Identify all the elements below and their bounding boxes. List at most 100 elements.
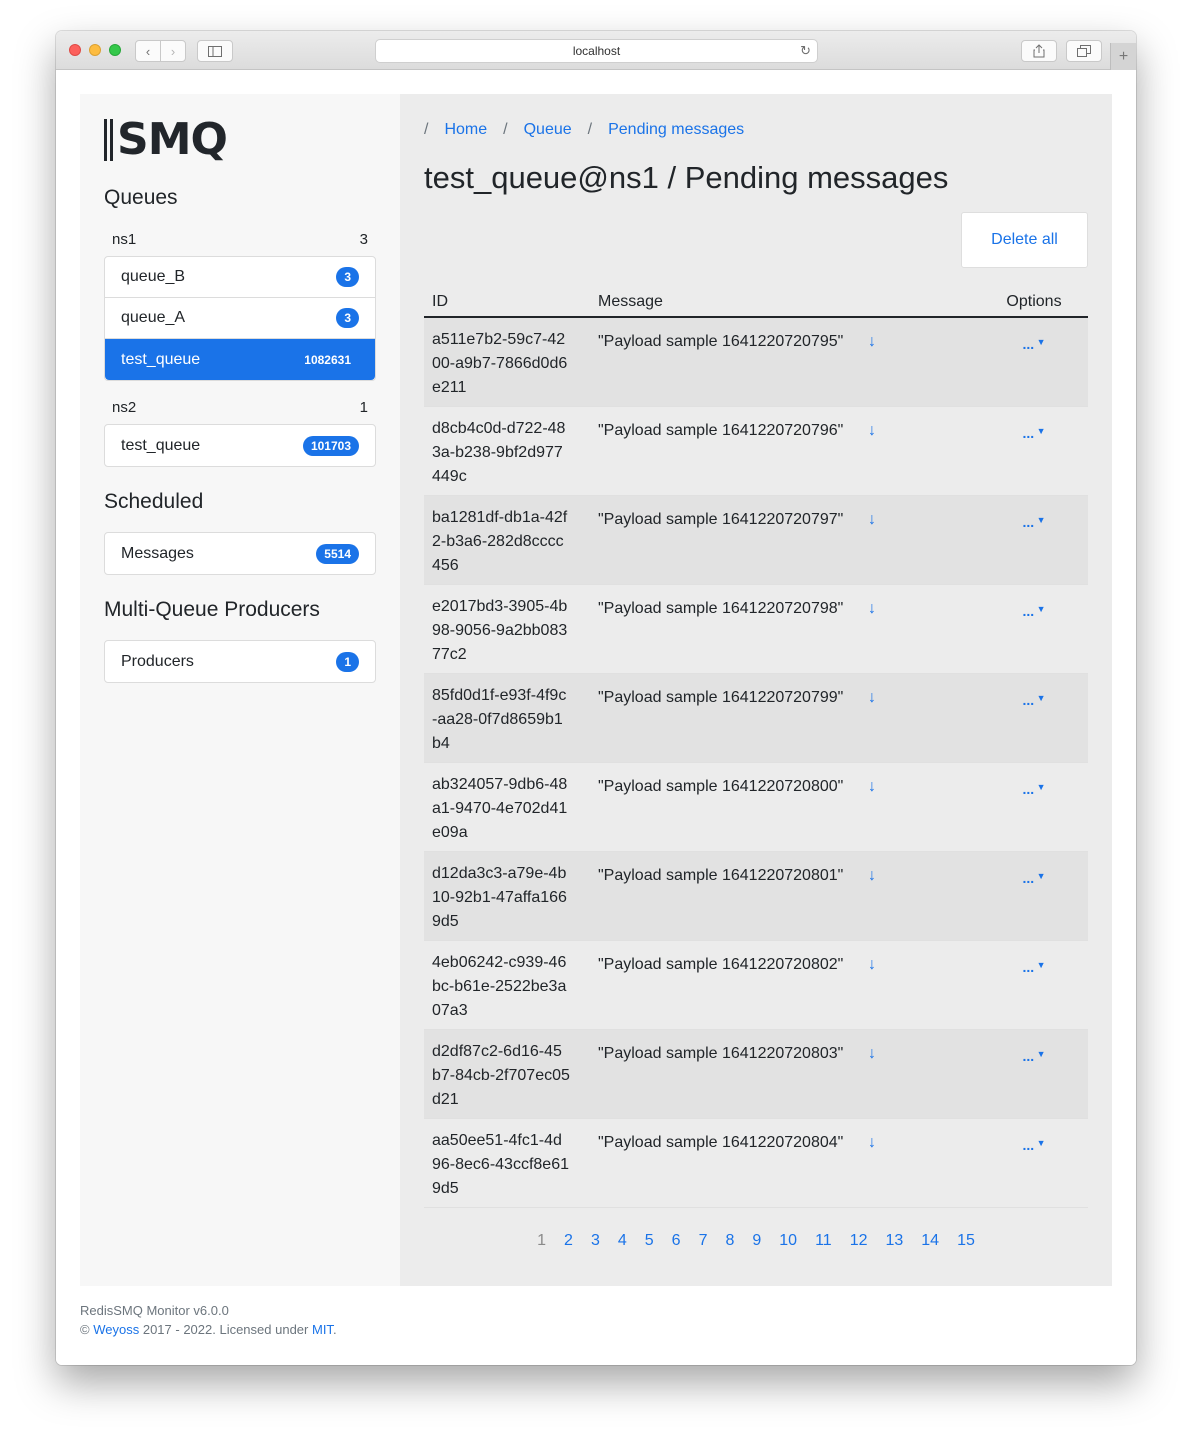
breadcrumb-separator: / [503, 121, 508, 138]
page-link-3[interactable]: 3 [591, 1232, 600, 1250]
share-button[interactable] [1021, 40, 1057, 62]
breadcrumb-home[interactable]: Home [444, 121, 487, 139]
caret-down-icon: ▼ [1034, 1049, 1046, 1059]
caret-down-icon: ▼ [1034, 693, 1046, 703]
options-label: ... [1022, 1048, 1035, 1064]
caret-down-icon: ▼ [1034, 1138, 1046, 1148]
arrow-down-icon[interactable]: ↓ [868, 867, 876, 885]
logo-text: SMQ [117, 114, 228, 165]
caret-down-icon: ▼ [1034, 515, 1046, 525]
message-payload: "Payload sample 1641220720804" [598, 1134, 844, 1151]
address-bar[interactable]: localhost ↻ [375, 39, 818, 63]
producers-item[interactable]: Producers 1 [105, 641, 375, 682]
table-row: 4eb06242-c939-46bc-b61e-2522be3a07a3 "Pay… [424, 941, 1088, 1030]
scheduled-heading: Scheduled [104, 490, 204, 513]
queue-item-queue-b[interactable]: queue_B 3 [105, 257, 375, 298]
options-dropdown[interactable]: ... ▼ [980, 763, 1088, 797]
table-row: ab324057-9db6-48a1-9470-4e702d41e09a "Pay… [424, 763, 1088, 852]
breadcrumb-separator: / [424, 121, 429, 138]
arrow-down-icon[interactable]: ↓ [868, 778, 876, 796]
breadcrumb-queue[interactable]: Queue [524, 121, 572, 139]
scheduled-messages-item[interactable]: Messages 5514 [105, 533, 375, 574]
options-dropdown[interactable]: ... ▼ [980, 1030, 1088, 1064]
footer-years: 2017 - 2022. Licensed under [142, 1322, 309, 1337]
table-row: d8cb4c0d-d722-483a-b238-9bf2d977449c "Pay… [424, 407, 1088, 496]
page-link-15[interactable]: 15 [957, 1232, 975, 1250]
license-link[interactable]: MIT [312, 1322, 333, 1337]
pagination: 1 2 3 4 5 6 7 8 9 10 11 12 13 14 15 [424, 1232, 1088, 1250]
page-link-8[interactable]: 8 [725, 1232, 734, 1250]
page-link-13[interactable]: 13 [885, 1232, 903, 1250]
message-payload: "Payload sample 1641220720801" [598, 867, 844, 884]
message-cell: "Payload sample 1641220720803" ↓ [590, 1030, 980, 1063]
arrow-down-icon[interactable]: ↓ [868, 689, 876, 707]
arrow-down-icon[interactable]: ↓ [868, 1134, 876, 1152]
caret-down-icon: ▼ [1034, 782, 1046, 792]
options-dropdown[interactable]: ... ▼ [980, 407, 1088, 441]
maximize-window-button[interactable] [109, 44, 121, 56]
scheduled-list: Messages 5514 [104, 532, 376, 575]
options-dropdown[interactable]: ... ▼ [980, 1119, 1088, 1153]
footer-period: . [332, 1322, 337, 1337]
delete-all-button[interactable]: Delete all [961, 212, 1088, 268]
back-button[interactable]: ‹ [135, 40, 161, 62]
table-body: a511e7b2-59c7-4200-a9b7-7866d0d6e211 "Pay… [424, 318, 1088, 1208]
copyright-symbol: © [80, 1322, 90, 1337]
minimize-window-button[interactable] [89, 44, 101, 56]
queue-item-test-queue-active[interactable]: test_queue 1082631 [105, 339, 375, 380]
new-tab-button[interactable]: + [1110, 43, 1136, 70]
forward-button[interactable]: › [160, 40, 186, 62]
page-link-4[interactable]: 4 [618, 1232, 627, 1250]
options-label: ... [1022, 603, 1035, 619]
footer-version: RedisSMQ Monitor v6.0.0 [80, 1303, 229, 1318]
page-link-1[interactable]: 1 [537, 1232, 546, 1250]
options-label: ... [1022, 781, 1035, 797]
author-link[interactable]: Weyoss [93, 1322, 139, 1337]
arrow-down-icon[interactable]: ↓ [868, 511, 876, 529]
options-dropdown[interactable]: ... ▼ [980, 585, 1088, 619]
page-link-6[interactable]: 6 [672, 1232, 681, 1250]
arrow-down-icon[interactable]: ↓ [868, 956, 876, 974]
message-cell: "Payload sample 1641220720800" ↓ [590, 763, 980, 796]
message-payload: "Payload sample 1641220720799" [598, 689, 844, 706]
namespace-count: 3 [359, 231, 368, 248]
page-link-10[interactable]: 10 [779, 1232, 797, 1250]
breadcrumb-pending-messages[interactable]: Pending messages [608, 121, 744, 139]
arrow-down-icon[interactable]: ↓ [868, 1045, 876, 1063]
queue-item-queue-a[interactable]: queue_A 3 [105, 298, 375, 339]
caret-down-icon: ▼ [1034, 871, 1046, 881]
message-cell: "Payload sample 1641220720796" ↓ [590, 407, 980, 440]
arrow-down-icon[interactable]: ↓ [868, 600, 876, 618]
browser-window: ‹ › localhost ↻ + SMQ Queues ns1 3 queue… [56, 31, 1136, 1365]
options-dropdown[interactable]: ... ▼ [980, 852, 1088, 886]
options-dropdown[interactable]: ... ▼ [980, 318, 1088, 352]
app-container: SMQ Queues ns1 3 queue_B 3 queue_A 3 tes… [80, 94, 1112, 1286]
queue-list-ns1: queue_B 3 queue_A 3 test_queue 1082631 [104, 256, 376, 381]
arrow-down-icon[interactable]: ↓ [868, 333, 876, 351]
arrow-down-icon[interactable]: ↓ [868, 422, 876, 440]
column-header-options: Options [1006, 292, 1062, 310]
options-dropdown[interactable]: ... ▼ [980, 941, 1088, 975]
page-link-9[interactable]: 9 [752, 1232, 761, 1250]
page-link-14[interactable]: 14 [921, 1232, 939, 1250]
queue-count-badge: 3 [336, 308, 359, 328]
show-tabs-button[interactable] [1066, 40, 1102, 62]
options-dropdown[interactable]: ... ▼ [980, 496, 1088, 530]
breadcrumb-separator: / [587, 121, 593, 138]
chevron-left-icon: ‹ [145, 43, 151, 59]
options-dropdown[interactable]: ... ▼ [980, 674, 1088, 708]
producers-list: Producers 1 [104, 640, 376, 683]
close-window-button[interactable] [69, 44, 81, 56]
page-link-5[interactable]: 5 [645, 1232, 654, 1250]
producers-count-badge: 1 [336, 651, 359, 672]
page-link-11[interactable]: 11 [815, 1232, 832, 1250]
reload-icon[interactable]: ↻ [800, 43, 811, 59]
queue-name: queue_A [121, 309, 186, 326]
queue-item-test-queue-ns2[interactable]: test_queue 101703 [105, 425, 375, 466]
page-link-12[interactable]: 12 [850, 1232, 868, 1250]
logo[interactable]: SMQ [104, 114, 228, 165]
sidebar-toggle-button[interactable] [197, 40, 233, 62]
breadcrumb: / Home / Queue / Pending messages [424, 121, 760, 139]
page-link-2[interactable]: 2 [564, 1232, 573, 1250]
page-link-7[interactable]: 7 [699, 1232, 708, 1250]
